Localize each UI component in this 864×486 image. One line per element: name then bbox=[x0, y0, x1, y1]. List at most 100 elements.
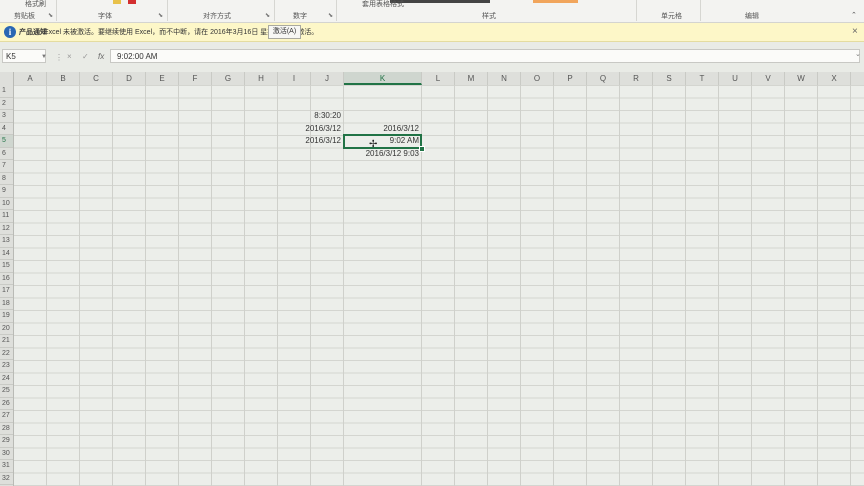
close-icon[interactable]: × bbox=[852, 26, 858, 37]
select-all-corner[interactable] bbox=[0, 72, 14, 85]
table-format-label[interactable]: 套用表格格式 bbox=[362, 0, 404, 9]
gridline bbox=[850, 85, 851, 486]
formula-input[interactable]: 9:02:00 AM bbox=[110, 49, 860, 63]
row-header-24[interactable]: 24 bbox=[0, 373, 13, 385]
row-header-2[interactable]: 2 bbox=[0, 98, 13, 110]
column-headers: ABCDEFGHIJKLMNOPQRSTUVWX bbox=[0, 72, 864, 86]
row-header-16[interactable]: 16 bbox=[0, 273, 13, 285]
row-header-22[interactable]: 22 bbox=[0, 348, 13, 360]
name-box[interactable]: K5 ▼ bbox=[2, 49, 47, 64]
move-cursor-icon: ✢ bbox=[369, 139, 378, 150]
font-color-icon[interactable] bbox=[128, 0, 136, 4]
column-header-u[interactable]: U bbox=[719, 72, 752, 85]
column-header-k[interactable]: K bbox=[344, 72, 422, 85]
row-header-7[interactable]: 7 bbox=[0, 160, 13, 173]
row-header-20[interactable]: 20 bbox=[0, 323, 13, 335]
column-header-g[interactable]: G bbox=[212, 72, 245, 85]
row-header-5[interactable]: 5 bbox=[0, 135, 13, 148]
row-header-11[interactable]: 11 bbox=[0, 210, 13, 223]
dialog-launcher-icon[interactable]: ⬊ bbox=[158, 12, 163, 19]
row-header-1[interactable]: 1 bbox=[0, 85, 13, 98]
collapse-ribbon-icon[interactable]: ⌃ bbox=[851, 11, 857, 19]
column-header-f[interactable]: F bbox=[179, 72, 212, 85]
row-header-3[interactable]: 3 bbox=[0, 110, 13, 123]
group-clipboard-label: 剪贴板 bbox=[14, 13, 35, 20]
column-header-t[interactable]: T bbox=[686, 72, 719, 85]
row-header-23[interactable]: 23 bbox=[0, 360, 13, 373]
column-header-c[interactable]: C bbox=[80, 72, 113, 85]
gridline bbox=[685, 85, 686, 486]
cell-j4[interactable]: 2016/3/12 bbox=[305, 123, 341, 135]
row-header-13[interactable]: 13 bbox=[0, 235, 13, 248]
dialog-launcher-icon[interactable]: ⬊ bbox=[48, 12, 53, 19]
fill-handle[interactable] bbox=[419, 145, 425, 152]
insert-function-icon[interactable]: fx bbox=[98, 52, 104, 61]
gridline bbox=[244, 85, 245, 486]
more-options-icon[interactable]: ⋮ bbox=[55, 53, 63, 62]
column-header-p[interactable]: P bbox=[554, 72, 587, 85]
dialog-launcher-icon[interactable]: ⬊ bbox=[265, 12, 270, 19]
column-header-d[interactable]: D bbox=[113, 72, 146, 85]
column-header-s[interactable]: S bbox=[653, 72, 686, 85]
gridline bbox=[277, 85, 278, 486]
expand-formula-bar-icon[interactable]: ⌄ bbox=[855, 50, 861, 58]
column-header-x[interactable]: X bbox=[818, 72, 851, 85]
row-header-19[interactable]: 19 bbox=[0, 310, 13, 323]
row-header-31[interactable]: 31 bbox=[0, 460, 13, 473]
row-header-9[interactable]: 9 bbox=[0, 185, 13, 198]
row-header-30[interactable]: 30 bbox=[0, 448, 13, 460]
column-header-n[interactable]: N bbox=[488, 72, 521, 85]
column-header-e[interactable]: E bbox=[146, 72, 179, 85]
gridline bbox=[586, 85, 587, 486]
active-cell-border bbox=[343, 134, 422, 149]
column-header-h[interactable]: H bbox=[245, 72, 278, 85]
message-title: 产品通知 bbox=[19, 29, 47, 36]
column-header-b[interactable]: B bbox=[47, 72, 80, 85]
row-header-21[interactable]: 21 bbox=[0, 335, 13, 348]
column-header-w[interactable]: W bbox=[785, 72, 818, 85]
column-header-r[interactable]: R bbox=[620, 72, 653, 85]
chevron-down-icon[interactable]: ▼ bbox=[41, 50, 47, 64]
cell-style-swatch[interactable] bbox=[533, 0, 578, 3]
cancel-icon[interactable]: × bbox=[67, 52, 72, 61]
row-header-14[interactable]: 14 bbox=[0, 248, 13, 260]
row-header-12[interactable]: 12 bbox=[0, 223, 13, 235]
highlight-color-icon[interactable] bbox=[113, 0, 121, 4]
enter-icon[interactable]: ✓ bbox=[82, 52, 89, 61]
gridline bbox=[751, 85, 752, 486]
group-number-label: 数字 bbox=[293, 13, 307, 20]
ribbon: 格式刷 套用表格格式 剪贴板 ⬊ 字体 ⬊ 对齐方式 ⬊ 数字 ⬊ 样式 单元格… bbox=[0, 0, 864, 23]
row-header-6[interactable]: 6 bbox=[0, 148, 13, 160]
row-header-27[interactable]: 27 bbox=[0, 410, 13, 423]
styles-gallery-strip[interactable] bbox=[390, 0, 490, 3]
row-header-29[interactable]: 29 bbox=[0, 435, 13, 448]
row-header-4[interactable]: 4 bbox=[0, 123, 13, 135]
cell-j5[interactable]: 2016/3/12 bbox=[305, 135, 341, 147]
row-header-10[interactable]: 10 bbox=[0, 198, 13, 210]
column-header-l[interactable]: L bbox=[422, 72, 455, 85]
column-header-m[interactable]: M bbox=[455, 72, 488, 85]
dialog-launcher-icon[interactable]: ⬊ bbox=[328, 12, 333, 19]
column-header-q[interactable]: Q bbox=[587, 72, 620, 85]
row-header-26[interactable]: 26 bbox=[0, 398, 13, 410]
activate-button[interactable]: 激活(A) bbox=[268, 25, 301, 39]
column-header-a[interactable]: A bbox=[14, 72, 47, 85]
column-header-o[interactable]: O bbox=[521, 72, 554, 85]
activation-message-bar: i 产品通知 Excel 未被激活。要继续使用 Excel，而不中断，请在 20… bbox=[0, 23, 864, 42]
row-header-32[interactable]: 32 bbox=[0, 473, 13, 485]
group-separator bbox=[167, 0, 168, 21]
column-header-v[interactable]: V bbox=[752, 72, 785, 85]
row-header-25[interactable]: 25 bbox=[0, 385, 13, 398]
cell-grid[interactable]: 8:30:20 2016/3/12 2016/3/12 2016/3/12 9:02 A… bbox=[14, 85, 864, 486]
cell-k4[interactable]: 2016/3/12 bbox=[383, 123, 419, 135]
gridline bbox=[718, 85, 719, 486]
row-header-8[interactable]: 8 bbox=[0, 173, 13, 185]
row-header-15[interactable]: 15 bbox=[0, 260, 13, 273]
row-header-18[interactable]: 18 bbox=[0, 298, 13, 310]
column-header-j[interactable]: J bbox=[311, 72, 344, 85]
row-header-17[interactable]: 17 bbox=[0, 285, 13, 298]
cell-j3[interactable]: 8:30:20 bbox=[314, 110, 341, 122]
column-header-i[interactable]: I bbox=[278, 72, 311, 85]
format-painter-label[interactable]: 格式刷 bbox=[25, 0, 46, 9]
row-header-28[interactable]: 28 bbox=[0, 423, 13, 435]
